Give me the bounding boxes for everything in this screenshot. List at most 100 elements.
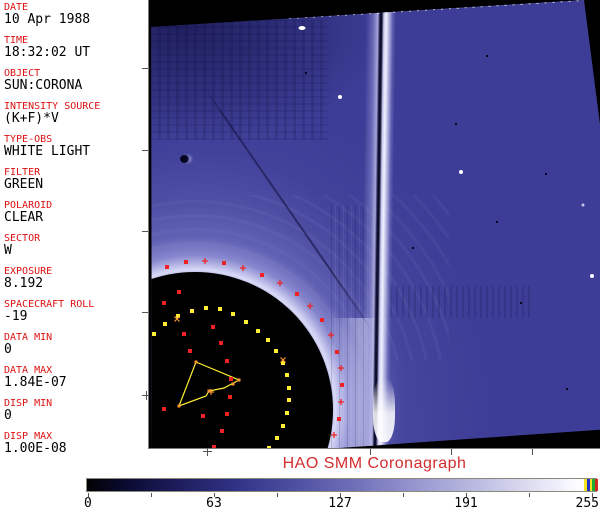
red-fiducial-plus <box>307 303 313 309</box>
red-fiducial-dot <box>295 292 299 296</box>
sidebar-field-value: SUN:CORONA <box>4 78 83 93</box>
sidebar-field: DISP MAX 1.00E-08 <box>4 431 146 456</box>
dark-speck <box>566 388 568 390</box>
coronagraph-viewer: { "title": "HAO SMM Coronagraph", "sideb… <box>0 0 600 512</box>
colorbar-tick <box>403 493 404 497</box>
colorbar-tick-label: 63 <box>206 496 222 511</box>
yellow-fiducial-dot <box>275 436 279 440</box>
fiducial-polygon <box>177 361 241 408</box>
yellow-fiducial-dot <box>256 329 260 333</box>
sidebar-field: OBJECT SUN:CORONA <box>4 68 146 93</box>
dark-speck <box>412 247 414 249</box>
yellow-fiducial-dot <box>244 320 248 324</box>
metadata-sidebar: DATE 10 Apr 1988 TIME 18:32:02 UT OBJECT SUN:… <box>4 2 146 464</box>
dark-speck <box>455 123 457 125</box>
yellow-fiducial-dot <box>218 307 222 311</box>
left-axis-tick <box>142 68 148 69</box>
star <box>590 274 594 278</box>
dark-speck <box>486 55 488 57</box>
sidebar-field: DATA MIN 0 <box>4 332 146 357</box>
red-fiducial-plus <box>202 258 208 264</box>
star <box>298 26 306 30</box>
red-fiducial-dot <box>177 290 181 294</box>
red-fiducial-plus <box>338 365 344 371</box>
sidebar-field-value: CLEAR <box>4 210 44 225</box>
yellow-fiducial-dot <box>285 411 289 415</box>
red-fiducial-plus <box>277 280 283 286</box>
sidebar-field: TYPE-OBS WHITE LIGHT <box>4 134 146 159</box>
dark-speck <box>520 302 522 304</box>
colorbar-tick-label: 127 <box>328 496 352 511</box>
yellow-fiducial-dot <box>287 398 291 402</box>
red-fiducial-dot <box>162 301 166 305</box>
red-fiducial-dot <box>184 260 188 264</box>
red-fiducial-plus <box>338 399 344 405</box>
fiducial-overlay <box>152 26 594 448</box>
sidebar-field-value: 1.84E-07 <box>4 375 67 390</box>
colorbar-tick <box>529 493 530 497</box>
sidebar-field: FILTER GREEN <box>4 167 146 192</box>
sidebar-field-value: 18:32:02 UT <box>4 45 91 60</box>
coronagraph-image-canvas <box>149 0 600 448</box>
sidebar-field-value: 0 <box>4 408 12 423</box>
orange-fiducial-dot <box>177 404 181 408</box>
yellow-fiducial-dot <box>267 446 271 448</box>
red-fiducial-dot <box>162 407 166 411</box>
sidebar-field: DISP MIN 0 <box>4 398 146 423</box>
sidebar-field-value: WHITE LIGHT <box>4 144 91 159</box>
red-fiducial-dot <box>219 341 223 345</box>
yellow-fiducial-dot <box>287 386 291 390</box>
dark-speck <box>305 72 307 74</box>
sidebar-field: SPACECRAFT ROLL -19 <box>4 299 146 324</box>
red-fiducial-dot <box>340 383 344 387</box>
colorbar-tick <box>277 493 278 497</box>
sidebar-field-value: (K+F)*V <box>4 111 59 126</box>
red-fiducial-dot <box>201 414 205 418</box>
red-fiducial-dot <box>320 318 324 322</box>
yellow-fiducial-dot <box>231 312 235 316</box>
star <box>459 170 463 174</box>
left-axis-tick <box>142 150 148 151</box>
sidebar-field-value: 1.00E-08 <box>4 441 67 456</box>
red-fiducial-dot <box>212 445 216 448</box>
colorbar-end-stripe <box>595 479 598 491</box>
yellow-fiducial-dot <box>152 332 156 336</box>
left-axis-tick <box>142 312 148 313</box>
red-fiducial-dot <box>225 359 229 363</box>
left-axis-tick <box>142 231 148 232</box>
intensity-colorbar <box>86 478 598 492</box>
red-fiducial-dot <box>225 412 229 416</box>
sidebar-field-label: DISP MIN <box>4 398 53 409</box>
star <box>338 95 342 99</box>
red-fiducial-plus <box>331 432 337 438</box>
sidebar-field-value: W <box>4 243 12 258</box>
red-fiducial-dot <box>260 273 264 277</box>
sidebar-field: POLAROID CLEAR <box>4 200 146 225</box>
sidebar-field: DATA MAX 1.84E-07 <box>4 365 146 390</box>
red-fiducial-dot <box>228 395 232 399</box>
sidebar-field-value: 10 Apr 1988 <box>4 12 91 27</box>
sidebar-field: DATE 10 Apr 1988 <box>4 2 146 27</box>
yellow-fiducial-dot <box>281 424 285 428</box>
red-fiducial-dot <box>182 332 186 336</box>
red-fiducial-plus <box>240 265 246 271</box>
colorbar-tick-label: 191 <box>454 496 478 511</box>
colorbar-tick-label: 0 <box>84 496 92 511</box>
red-fiducial-dot <box>220 429 224 433</box>
red-fiducial-dot <box>337 417 341 421</box>
sidebar-field: SECTOR W <box>4 233 146 258</box>
dark-speck <box>545 173 547 175</box>
red-fiducial-dot <box>188 349 192 353</box>
yellow-fiducial-dot <box>204 306 208 310</box>
sidebar-field-value: GREEN <box>4 177 44 192</box>
red-fiducial-plus <box>328 332 334 338</box>
yellow-fiducial-dot <box>285 373 289 377</box>
orange-fiducial-dot <box>231 382 235 386</box>
red-fiducial-dot <box>165 265 169 269</box>
colorbar-tick <box>151 493 152 497</box>
red-fiducial-dot <box>335 350 339 354</box>
red-fiducial-dot <box>222 261 226 265</box>
orange-fiducial-dot <box>237 378 241 382</box>
sidebar-field-value: 0 <box>4 342 12 357</box>
sidebar-field-label: SECTOR <box>4 233 41 244</box>
